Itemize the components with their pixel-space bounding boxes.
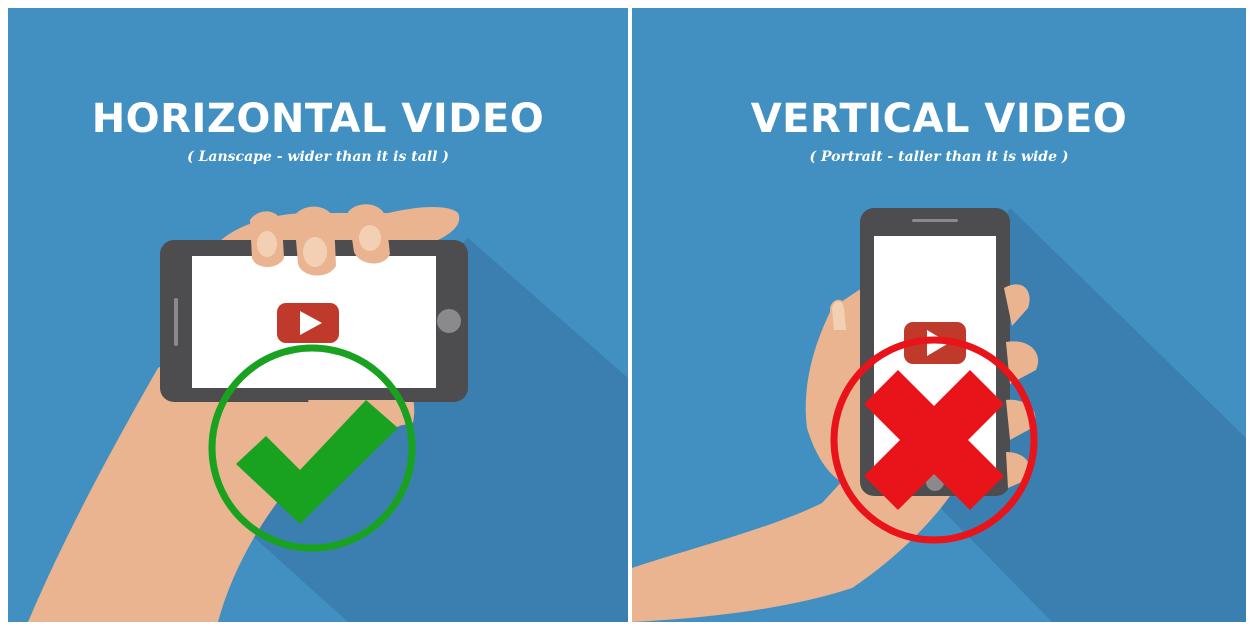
panel-subtitle: ( Portrait - taller than it is wide ) (809, 149, 1069, 165)
horizontal-video-panel: HORIZONTAL VIDEO ( Lanscape - wider than… (8, 8, 628, 622)
panel-title: VERTICAL VIDEO (750, 96, 1128, 142)
panel-title: HORIZONTAL VIDEO (91, 96, 545, 142)
phone-speaker (174, 298, 178, 346)
video-play-icon (277, 303, 339, 343)
phone-speaker (912, 219, 958, 222)
vertical-video-panel: VERTICAL VIDEO ( Portrait - taller than … (632, 8, 1246, 622)
panel-subtitle: ( Lanscape - wider than it is tall ) (187, 149, 449, 165)
home-button-icon (437, 309, 461, 333)
